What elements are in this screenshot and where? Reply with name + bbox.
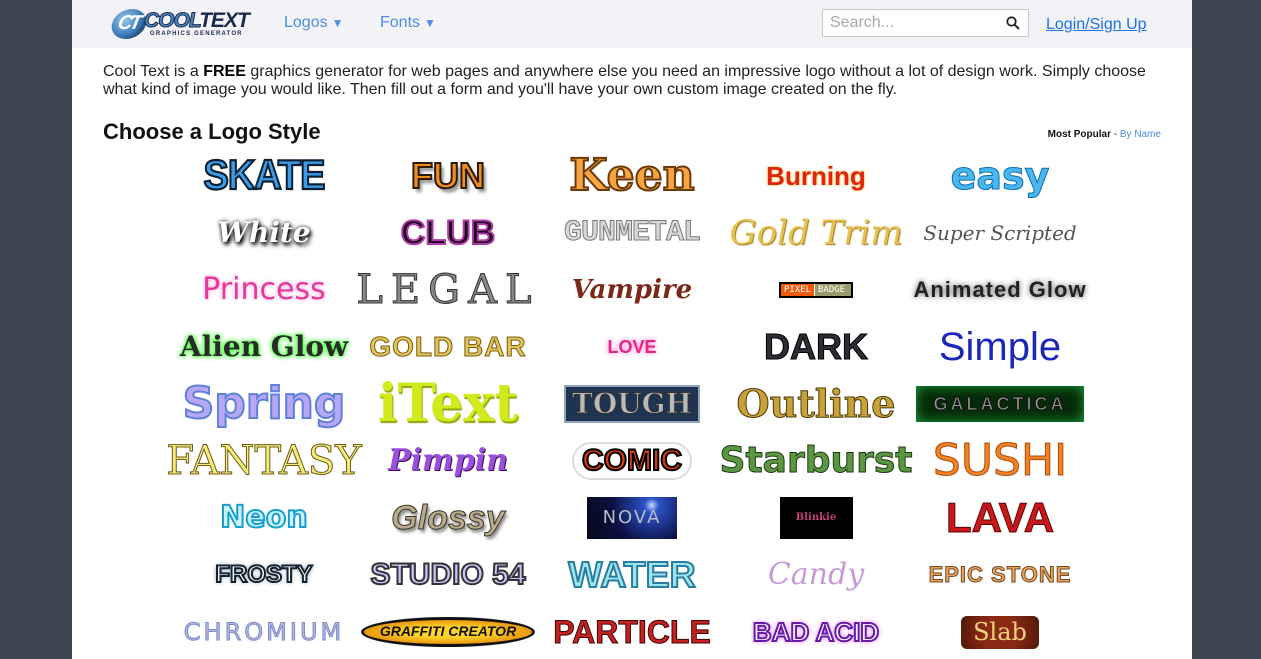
pixel-badge-preview: PIXEL BADGE xyxy=(777,281,855,299)
logo-style-nova[interactable]: NOVA xyxy=(540,490,724,546)
section-title: Choose a Logo Style xyxy=(103,119,321,144)
search-icon[interactable] xyxy=(1006,16,1020,30)
sort-options: Most Popular - By Name xyxy=(1047,129,1161,140)
logo-style-fantasy[interactable]: FANTASY xyxy=(166,433,362,489)
comic-preview: COMIC xyxy=(574,444,690,478)
logo-style-spring[interactable]: Spring xyxy=(172,376,356,432)
logo-style-water[interactable]: WATER xyxy=(540,547,724,603)
logo-style-dark[interactable]: DARK xyxy=(724,319,908,375)
logo-style-candy[interactable]: Candy xyxy=(724,547,908,603)
logo-style-bad-acid[interactable]: BAD ACID xyxy=(724,604,908,659)
logo-style-pixel-badge[interactable]: PIXEL BADGE xyxy=(724,262,908,318)
page-container: CT COOLTEXT GRAPHICS GENERATOR Logos ▼ Fo… xyxy=(72,0,1192,659)
nav-fonts-menu[interactable]: Fonts ▼ xyxy=(380,14,436,32)
logo-style-galactica[interactable]: GALACTICA xyxy=(908,376,1092,432)
search-box xyxy=(822,9,1029,37)
logo-style-neon[interactable]: Neon xyxy=(172,490,356,546)
logo-style-epic-stone[interactable]: EPIC STONE xyxy=(908,547,1092,603)
logo-style-studio-54[interactable]: STUDIO 54 xyxy=(356,547,540,603)
logo-style-starburst[interactable]: Starburst xyxy=(719,433,913,489)
nav-fonts-label: Fonts xyxy=(380,14,421,31)
graffiti-preview: GRAFFITI CREATOR xyxy=(360,617,536,647)
logo-style-graffiti-creator[interactable]: GRAFFITI CREATOR xyxy=(356,604,540,659)
top-header: CT COOLTEXT GRAPHICS GENERATOR Logos ▼ Fo… xyxy=(72,0,1192,48)
caret-down-icon: ▼ xyxy=(424,16,436,30)
logo-style-gold-bar[interactable]: GOLD BAR xyxy=(356,319,540,375)
logo-style-white[interactable]: White xyxy=(172,205,356,261)
logo-style-burning[interactable]: Burning xyxy=(724,148,908,204)
logo-style-legal[interactable]: LEGAL xyxy=(356,262,540,318)
logo-style-love[interactable]: LOVE xyxy=(540,319,724,375)
logo-style-skate[interactable]: SKATE xyxy=(172,148,356,204)
sort-most-popular[interactable]: Most Popular xyxy=(1048,129,1111,140)
logo-style-super-scripted[interactable]: Super Scripted xyxy=(908,205,1092,261)
logo-style-blinkie[interactable]: Blinkie xyxy=(724,490,908,546)
blinkie-preview: Blinkie xyxy=(779,497,853,539)
logo-style-simple[interactable]: Simple xyxy=(908,319,1092,375)
logo-style-frosty[interactable]: FROSTY xyxy=(172,547,356,603)
logo-style-gunmetal[interactable]: GUNMETAL xyxy=(540,205,724,261)
intro-text: Cool Text is a FREE graphics generator f… xyxy=(103,63,1146,98)
nova-preview: NOVA xyxy=(587,497,677,539)
brand-subtitle: GRAPHICS GENERATOR xyxy=(150,31,243,37)
logo-style-gold-trim[interactable]: Gold Trim xyxy=(724,205,908,261)
logo-style-outline[interactable]: Outline xyxy=(724,376,908,432)
tough-preview: TOUGH xyxy=(563,385,700,423)
logo-style-slab[interactable]: Slab xyxy=(908,604,1092,659)
logo-style-pimpin[interactable]: Pimpin xyxy=(356,433,540,489)
logo-style-itext[interactable]: iText xyxy=(356,376,540,432)
galactica-preview: GALACTICA xyxy=(916,386,1084,422)
logo-style-fun[interactable]: FUN xyxy=(356,148,540,204)
nav-logos-label: Logos xyxy=(284,14,328,31)
logo-style-princess[interactable]: Princess xyxy=(172,262,356,318)
logo-style-club[interactable]: CLUB xyxy=(356,205,540,261)
logo-style-chromium[interactable]: CHROMIUM xyxy=(172,604,356,659)
login-signup-link[interactable]: Login/Sign Up xyxy=(1046,16,1147,34)
caret-down-icon: ▼ xyxy=(331,16,344,30)
brand-wordmark: COOLTEXT xyxy=(143,9,249,33)
logo-style-animated-glow[interactable]: Animated Glow xyxy=(908,262,1092,318)
logo-style-keen[interactable]: Keen xyxy=(540,148,724,204)
sort-by-name-link[interactable]: By Name xyxy=(1120,129,1161,140)
logo-style-particle[interactable]: PARTICLE xyxy=(540,604,724,659)
cooltext-logo[interactable]: CT COOLTEXT GRAPHICS GENERATOR xyxy=(108,8,252,40)
logo-style-sushi[interactable]: SUSHI xyxy=(908,433,1092,489)
logo-style-comic[interactable]: COMIC xyxy=(540,433,724,489)
logo-style-alien-glow[interactable]: Alien Glow xyxy=(172,319,356,375)
search-input[interactable] xyxy=(830,14,1000,32)
logo-style-easy[interactable]: easy xyxy=(908,148,1092,204)
free-emphasis: FREE xyxy=(203,63,246,80)
slab-preview: Slab xyxy=(961,615,1039,649)
nav-logos-menu[interactable]: Logos ▼ xyxy=(284,14,343,32)
logo-style-glossy[interactable]: Glossy xyxy=(356,490,540,546)
logo-style-tough[interactable]: TOUGH xyxy=(540,376,724,432)
logo-style-vampire[interactable]: Vampire xyxy=(540,262,724,318)
logo-style-lava[interactable]: LAVA xyxy=(908,490,1092,546)
